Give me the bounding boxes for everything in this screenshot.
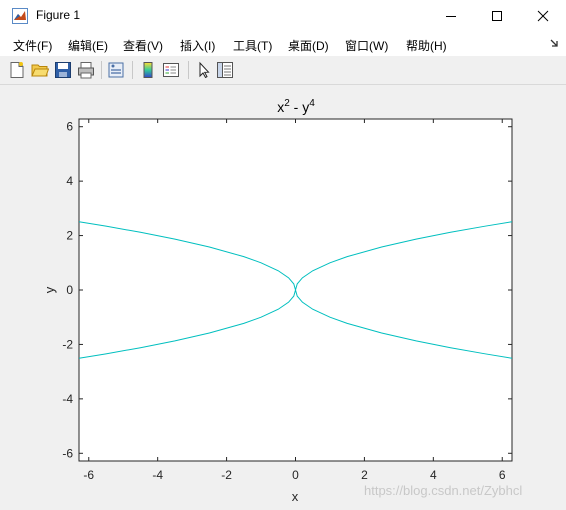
new-figure-icon[interactable] bbox=[8, 61, 26, 79]
chart-title-sup2: 4 bbox=[309, 98, 315, 109]
matlab-app-icon bbox=[12, 8, 28, 24]
insert-legend-icon[interactable] bbox=[162, 61, 180, 79]
plot-svg: x2 - y4 -6 -4 -2 0 2 4 6 -6 -4 -2 0 2 4 6 x y bbox=[42, 98, 513, 504]
edit-plot-pointer-icon[interactable] bbox=[195, 61, 213, 79]
minimize-button[interactable] bbox=[428, 0, 474, 32]
link-plot-icon[interactable] bbox=[107, 61, 125, 79]
chart-title: x2 - y4 bbox=[277, 98, 315, 115]
minimize-icon bbox=[446, 16, 456, 17]
window-titlebar[interactable]: Figure 1 bbox=[0, 0, 566, 32]
close-icon bbox=[537, 10, 549, 22]
open-file-icon[interactable] bbox=[31, 61, 49, 79]
x-tick-label: -2 bbox=[221, 468, 232, 482]
close-button[interactable] bbox=[520, 0, 566, 32]
property-inspector-icon[interactable] bbox=[216, 61, 234, 79]
y-tick-label: 2 bbox=[66, 229, 73, 243]
y-tick-label: -4 bbox=[62, 392, 73, 406]
maximize-button[interactable] bbox=[474, 0, 520, 32]
menu-help[interactable]: 帮助(H) bbox=[406, 37, 447, 54]
toolbar-separator bbox=[101, 61, 102, 79]
watermark-text: https://blog.csdn.net/Zybhcl bbox=[364, 483, 523, 498]
y-tick-label: -6 bbox=[62, 446, 73, 460]
y-tick-label: 4 bbox=[66, 174, 73, 188]
menu-file[interactable]: 文件(F) bbox=[13, 37, 52, 54]
menu-window[interactable]: 窗口(W) bbox=[345, 37, 388, 54]
x-tick-label: 0 bbox=[292, 468, 299, 482]
toolbar-separator bbox=[188, 61, 189, 79]
chart-title-mid: - y bbox=[290, 99, 309, 115]
x-tick-label: -4 bbox=[152, 468, 163, 482]
dock-arrow-icon[interactable] bbox=[550, 38, 560, 48]
figure-toolbar bbox=[0, 56, 566, 85]
toolbar-separator bbox=[132, 61, 133, 79]
menu-desktop[interactable]: 桌面(D) bbox=[288, 37, 329, 54]
x-axis-label: x bbox=[292, 489, 299, 504]
figure-canvas[interactable]: x2 - y4 -6 -4 -2 0 2 4 6 -6 -4 -2 0 2 4 6 x y bbox=[0, 85, 566, 510]
print-icon[interactable] bbox=[77, 61, 95, 79]
y-tick-label: 0 bbox=[66, 283, 73, 297]
menu-tools[interactable]: 工具(T) bbox=[233, 37, 272, 54]
menu-view[interactable]: 查看(V) bbox=[123, 37, 163, 54]
window-title: Figure 1 bbox=[36, 8, 81, 22]
x-tick-label: 6 bbox=[499, 468, 506, 482]
menu-bar: 文件(F) 编辑(E) 查看(V) 插入(I) 工具(T) 桌面(D) 窗口(W… bbox=[0, 32, 566, 56]
save-icon[interactable] bbox=[54, 61, 72, 79]
x-tick-label: 2 bbox=[361, 468, 368, 482]
menu-insert[interactable]: 插入(I) bbox=[180, 37, 215, 54]
menu-edit[interactable]: 编辑(E) bbox=[68, 37, 108, 54]
x-tick-label: -6 bbox=[83, 468, 94, 482]
y-axis-label: y bbox=[42, 286, 57, 293]
maximize-icon bbox=[492, 11, 502, 21]
y-tick-label: 6 bbox=[66, 120, 73, 134]
insert-colorbar-icon[interactable] bbox=[139, 61, 157, 79]
x-tick-label: 4 bbox=[430, 468, 437, 482]
y-tick-label: -2 bbox=[62, 337, 73, 351]
chart-title-base: x bbox=[277, 99, 284, 115]
